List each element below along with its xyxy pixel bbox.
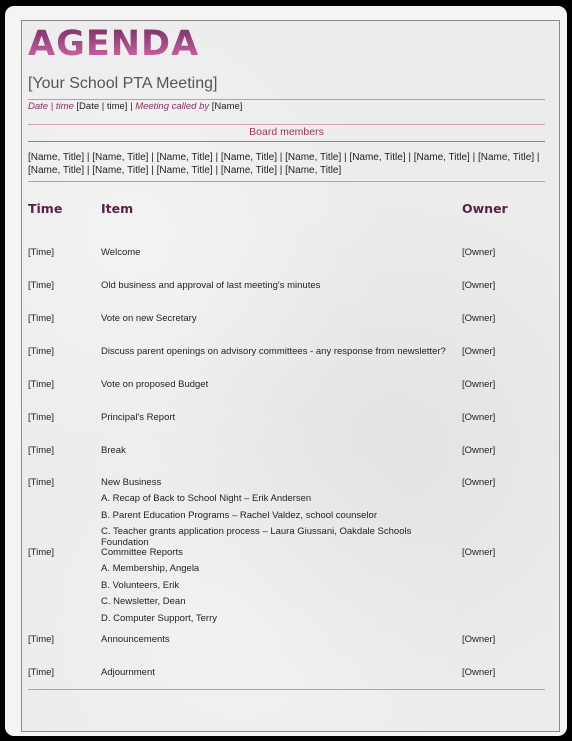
agenda-item: Discuss parent openings on advisory comm… (101, 346, 451, 357)
agenda-time: [Time] (28, 346, 55, 357)
agenda-subitem: A. Membership, Angela (101, 563, 200, 575)
meta-separator: | (130, 101, 133, 112)
divider (28, 99, 545, 100)
agenda-time: [Time] (28, 313, 55, 324)
called-by-label: Meeting called by (135, 101, 210, 112)
agenda-item: New Business A. Recap of Back to School N… (101, 477, 451, 548)
meeting-meta: Date | time [Date | time] | Meeting call… (28, 101, 242, 112)
agenda-item: Principal's Report (101, 412, 451, 423)
agenda-item: Announcements (101, 634, 451, 645)
agenda-item-title: Vote on proposed Budget (101, 379, 209, 390)
agenda-owner: [Owner] (462, 477, 496, 488)
board-members-heading: Board members (249, 126, 324, 138)
agenda-time: [Time] (28, 667, 55, 678)
agenda-time: [Time] (28, 280, 55, 291)
agenda-item-title: Committee Reports (101, 547, 183, 558)
agenda-item-title: Announcements (101, 634, 170, 645)
board-members-line: [Name, Title] | [Name, Title] | [Name, T… (28, 165, 342, 176)
document-frame (5, 6, 567, 736)
meeting-subtitle: [Your School PTA Meeting] (28, 75, 218, 92)
called-by-value: [Name] (211, 101, 243, 112)
agenda-time: [Time] (28, 412, 55, 423)
agenda-owner: [Owner] (462, 667, 496, 678)
agenda-time: [Time] (28, 477, 55, 488)
agenda-item-title: Old business and approval of last meetin… (101, 280, 321, 291)
agenda-subitem: B. Parent Education Programs – Rachel Va… (101, 509, 378, 521)
agenda-owner: [Owner] (462, 445, 496, 456)
agenda-owner: [Owner] (462, 313, 496, 324)
divider (28, 181, 545, 182)
agenda-subitem: C. Teacher grants application process – … (101, 526, 412, 549)
board-divider-bottom (28, 141, 545, 142)
agenda-owner: [Owner] (462, 379, 496, 390)
column-header-time: Time (28, 201, 63, 216)
agenda-item: Break (101, 445, 451, 456)
agenda-owner: [Owner] (462, 280, 496, 291)
board-divider-top (28, 124, 545, 125)
agenda-item-title: Welcome (101, 247, 141, 258)
agenda-item: Old business and approval of last meetin… (101, 280, 451, 291)
column-header-owner: Owner (462, 201, 508, 216)
agenda-item-title: Adjournment (101, 667, 155, 678)
agenda-owner: [Owner] (462, 346, 496, 357)
agenda-item-title: Discuss parent openings on advisory comm… (101, 346, 446, 357)
agenda-item-title: Vote on new Secretary (101, 313, 197, 324)
agenda-title: AGENDA (28, 24, 200, 64)
agenda-item: Vote on proposed Budget (101, 379, 451, 390)
agenda-owner: [Owner] (462, 547, 496, 558)
agenda-time: [Time] (28, 445, 55, 456)
board-members-line: [Name, Title] | [Name, Title] | [Name, T… (28, 152, 540, 163)
agenda-item: Welcome (101, 247, 451, 258)
agenda-time: [Time] (28, 634, 55, 645)
board-members-list: [Name, Title] | [Name, Title] | [Name, T… (28, 151, 543, 177)
agenda-owner: [Owner] (462, 634, 496, 645)
agenda-subitem: D. Computer Support, Terry (101, 612, 217, 624)
agenda-item: Adjournment (101, 667, 451, 678)
agenda-item-title: Principal's Report (101, 412, 176, 423)
agenda-owner: [Owner] (462, 412, 496, 423)
agenda-time: [Time] (28, 247, 55, 258)
agenda-subitem: B. Volunteers, Erik (101, 579, 180, 591)
date-label: Date | time (28, 101, 74, 112)
agenda-item: Committee Reports A. Membership, Angela B.… (101, 547, 451, 624)
agenda-time: [Time] (28, 379, 55, 390)
agenda-item-title: New Business (101, 477, 162, 488)
agenda-subitem: A. Recap of Back to School Night – Erik … (101, 493, 312, 505)
agenda-item-title: Break (101, 445, 126, 456)
column-header-item: Item (101, 201, 134, 216)
agenda-time: [Time] (28, 547, 55, 558)
date-value: [Date | time] (76, 101, 128, 112)
agenda-item: Vote on new Secretary (101, 313, 451, 324)
agenda-subitem: C. Newsletter, Dean (101, 596, 186, 608)
divider (28, 689, 545, 690)
agenda-owner: [Owner] (462, 247, 496, 258)
